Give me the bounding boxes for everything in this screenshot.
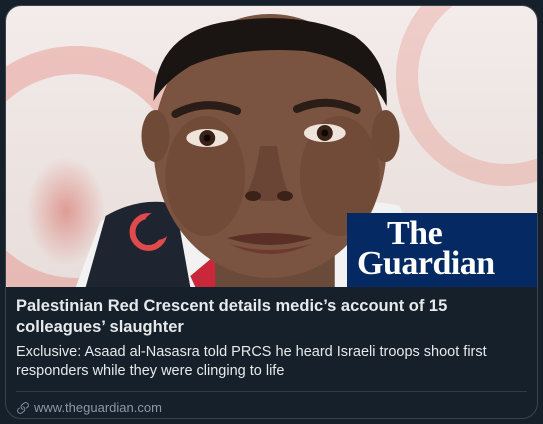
domain-text[interactable]: www.theguardian.com	[34, 400, 162, 415]
article-description[interactable]: Exclusive: Asaad al-Nasasra told PRCS he…	[16, 343, 527, 381]
guardian-logo: The Guardian	[347, 213, 537, 287]
article-title[interactable]: Palestinian Red Crescent details medic’s…	[16, 296, 527, 338]
divider	[16, 391, 527, 392]
source-domain[interactable]: www.theguardian.com	[16, 400, 527, 415]
card-text[interactable]: Palestinian Red Crescent details medic’s…	[6, 287, 537, 415]
link-preview-card[interactable]: The Guardian Palestinian Red Crescent de…	[5, 5, 538, 419]
article-image[interactable]: The Guardian	[6, 6, 537, 287]
link-icon	[17, 401, 29, 414]
logo-text-guardian: Guardian	[357, 245, 495, 282]
